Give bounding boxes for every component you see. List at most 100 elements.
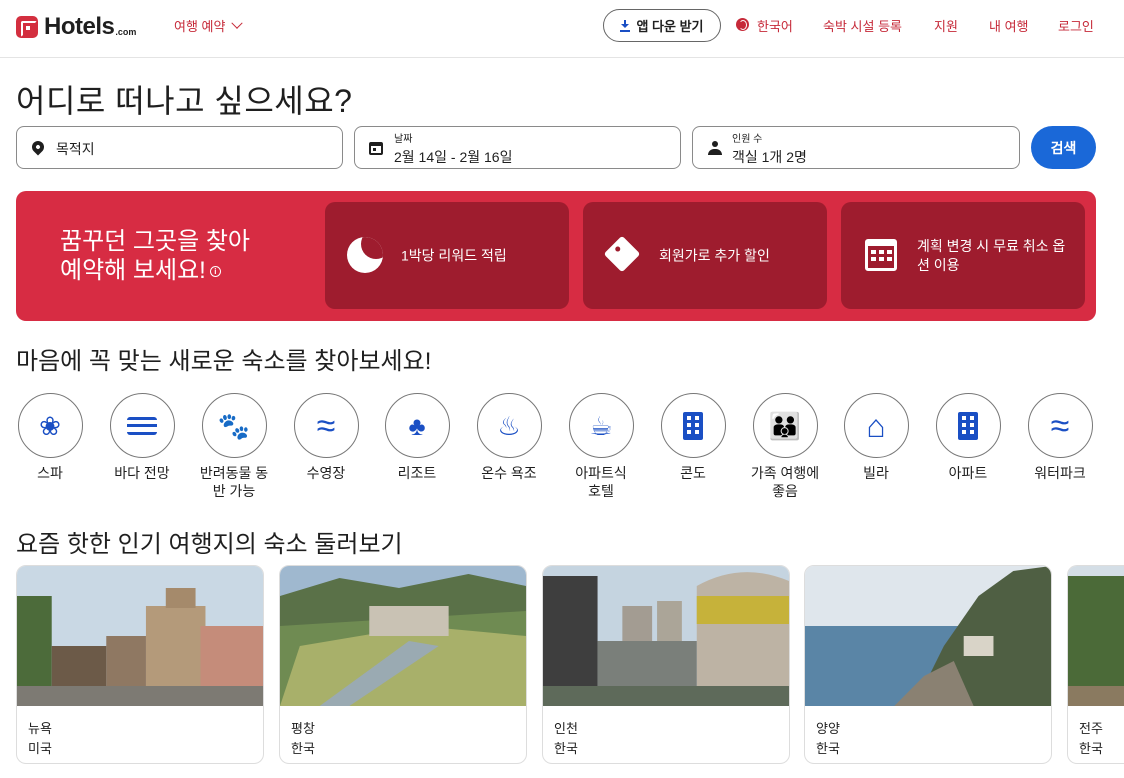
apartment-icon <box>935 393 1001 458</box>
category-label: 빌라 <box>863 465 889 481</box>
destination-country: 한국 <box>816 741 840 756</box>
banner-title-line1: 꿈꾸던 그곳을 찾아 <box>60 228 250 255</box>
destination-country: 한국 <box>554 741 578 756</box>
top-header: Hotels .com 여행 예약 앱 다운 받기 한국어 숙박 시설 등록 지… <box>0 0 1124 58</box>
destination-card-jeonju[interactable]: 전주 한국 <box>1067 565 1124 764</box>
info-icon[interactable]: i <box>209 266 221 278</box>
category-spa[interactable]: ❀ 스파 <box>4 393 96 482</box>
perk-rewards: 1박당 리워드 적립 <box>325 202 569 309</box>
category-label: 리조트 <box>397 465 437 481</box>
chevron-down-icon <box>231 17 244 29</box>
travelers-label: 인원 수 <box>732 134 763 145</box>
category-label: 바다 전망 <box>114 465 170 481</box>
category-label: 워터파크 <box>1034 465 1086 481</box>
perk-member-price: 회원가로 추가 할인 <box>583 202 827 309</box>
category-pool[interactable]: ≈ 수영장 <box>280 393 372 482</box>
condo-icon <box>660 393 726 458</box>
destination-card-pyeongchang[interactable]: 평창 한국 <box>279 565 527 764</box>
category-ocean-view[interactable]: 바다 전망 <box>96 393 188 482</box>
paw-icon: 🐾 <box>201 393 267 458</box>
search-button[interactable]: 검색 <box>1031 126 1096 169</box>
destination-country: 미국 <box>28 741 52 756</box>
download-icon <box>620 19 631 32</box>
page-title: 어디로 떠나고 싶으세요? <box>16 83 353 119</box>
destination-photo <box>17 566 263 706</box>
banner-title: 꿈꾸던 그곳을 찾아 예약해 보세요! i <box>60 227 310 285</box>
pool-icon: ≈ <box>293 393 359 458</box>
destination-city: 평창 <box>291 721 315 736</box>
destination-card-yangyang[interactable]: 양양 한국 <box>804 565 1052 764</box>
trip-menu-label: 여행 예약 <box>174 19 226 34</box>
ocean-view-icon <box>109 393 175 458</box>
destination-card-newyork[interactable]: 뉴욕 미국 <box>16 565 264 764</box>
destination-country: 한국 <box>291 741 315 756</box>
category-label: 스파 <box>37 465 63 481</box>
destinations-title: 요즘 핫한 인기 여행지의 숙소 둘러보기 <box>16 531 403 558</box>
destination-photo <box>1068 566 1124 706</box>
calendar-icon <box>863 237 899 273</box>
destination-city: 뉴욕 <box>28 721 52 736</box>
destination-city: 양양 <box>816 721 840 736</box>
app-download-label: 앱 다운 받기 <box>636 19 704 34</box>
app-download-button[interactable]: 앱 다운 받기 <box>603 9 721 42</box>
travelers-field[interactable]: 인원 수 객실 1개 2명 <box>692 126 1020 169</box>
moon-icon <box>347 237 383 273</box>
language-link[interactable]: 한국어 <box>757 16 793 35</box>
category-condo[interactable]: 콘도 <box>647 393 739 482</box>
hotels-logo-icon <box>16 16 38 38</box>
destination-photo <box>543 566 789 706</box>
trip-menu-dropdown[interactable]: 여행 예약 <box>174 16 244 35</box>
category-aparthotel[interactable]: ☕ 아파트식 호텔 <box>555 393 647 500</box>
calendar-icon <box>369 141 385 157</box>
perk-text: 계획 변경 시 무료 취소 옵션 이용 <box>917 237 1066 273</box>
destination-country: 한국 <box>1079 741 1103 756</box>
category-family[interactable]: 👪 가족 여행에 좋음 <box>739 393 831 500</box>
location-pin-icon <box>29 138 47 157</box>
water-park-icon: ≈ <box>1027 393 1093 458</box>
spa-icon: ❀ <box>17 393 83 458</box>
category-hot-tub[interactable]: ♨ 온수 욕조 <box>463 393 555 482</box>
category-label: 아파트 <box>948 465 988 481</box>
dates-field[interactable]: 날짜 2월 14일 - 2월 16일 <box>354 126 681 169</box>
categories-title: 마음에 꼭 맞는 새로운 숙소를 찾아보세요! <box>16 348 432 375</box>
category-label: 가족 여행에 좋음 <box>750 465 820 499</box>
category-label: 콘도 <box>680 465 706 481</box>
category-apartment[interactable]: 아파트 <box>922 393 1014 482</box>
hot-tub-icon: ♨ <box>476 393 542 458</box>
category-label: 수영장 <box>306 465 346 481</box>
logo-suffix: .com <box>115 27 137 37</box>
category-water-park[interactable]: ≈ 워터파크 <box>1014 393 1106 482</box>
category-resort[interactable]: ♣ 리조트 <box>371 393 463 482</box>
rewards-banner: 꿈꾸던 그곳을 찾아 예약해 보세요! i 1박당 리워드 적립 회원가로 추가 … <box>16 191 1096 321</box>
category-pets[interactable]: 🐾 반려동물 동반 가능 <box>188 393 280 500</box>
category-label: 반려동물 동반 가능 <box>199 465 269 499</box>
destination-card-incheon[interactable]: 인천 한국 <box>542 565 790 764</box>
destination-placeholder: 목적지 <box>56 141 95 157</box>
destination-field[interactable]: 목적지 <box>16 126 343 169</box>
destination-photo <box>280 566 526 706</box>
category-label: 아파트식 호텔 <box>575 465 627 499</box>
banner-title-line2: 예약해 보세요! <box>60 257 206 284</box>
dates-value: 2월 14일 - 2월 16일 <box>394 149 513 165</box>
category-villa[interactable]: ⌂ 빌라 <box>830 393 922 482</box>
tag-icon <box>603 235 641 273</box>
destination-photo <box>805 566 1051 706</box>
villa-icon: ⌂ <box>843 393 909 458</box>
destination-city: 전주 <box>1079 721 1103 736</box>
palm-tree-icon: ♣ <box>384 393 450 458</box>
logo-text: Hotels <box>44 13 115 40</box>
perk-text: 1박당 리워드 적립 <box>401 247 507 263</box>
my-trips-link[interactable]: 내 여행 <box>989 16 1029 35</box>
login-link[interactable]: 로그인 <box>1058 16 1094 35</box>
support-link[interactable]: 지원 <box>934 16 958 35</box>
destination-city: 인천 <box>554 721 578 736</box>
hotels-logo[interactable]: Hotels .com <box>16 13 136 41</box>
person-icon <box>707 141 723 157</box>
aparthotel-icon: ☕ <box>568 393 634 458</box>
family-icon: 👪 <box>752 393 818 458</box>
globe-icon <box>736 18 749 31</box>
travelers-value: 객실 1개 2명 <box>732 149 807 165</box>
list-property-link[interactable]: 숙박 시설 등록 <box>823 16 902 35</box>
category-label: 온수 욕조 <box>481 465 537 481</box>
perk-text: 회원가로 추가 할인 <box>659 247 770 263</box>
